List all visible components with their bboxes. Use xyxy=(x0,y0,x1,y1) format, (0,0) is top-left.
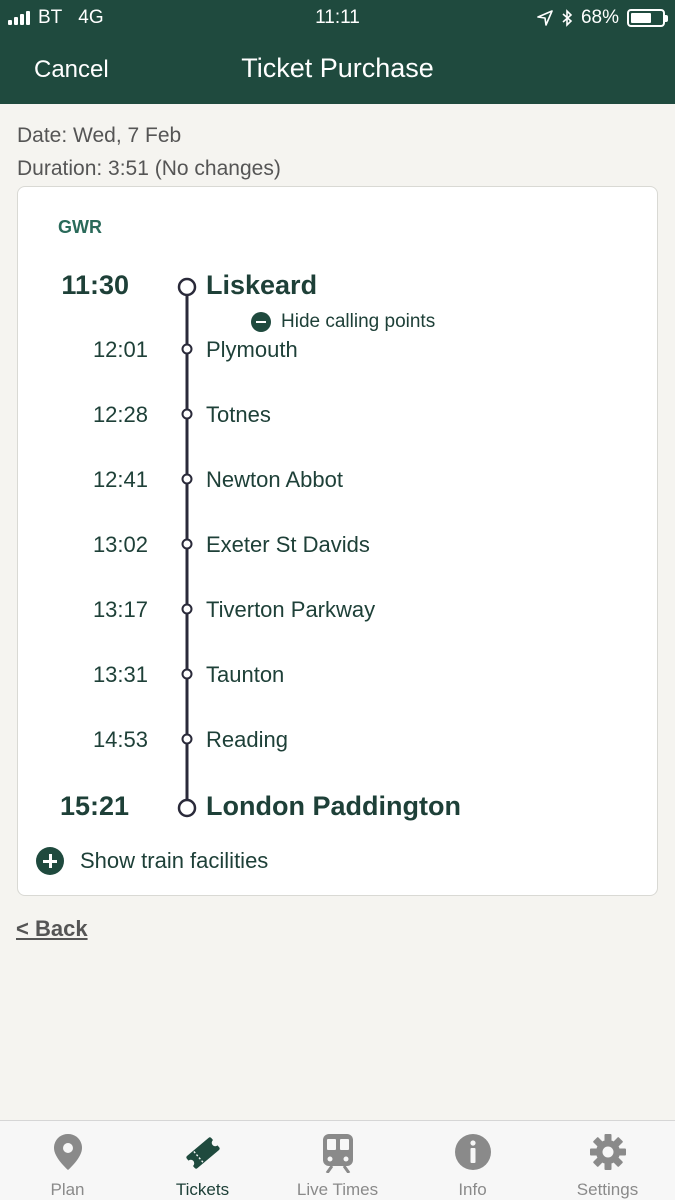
journey-date: Date: Wed, 7 Feb xyxy=(17,124,182,147)
stop-name: London Paddington xyxy=(206,791,461,821)
calling-point: 12:01 Plymouth xyxy=(18,331,659,371)
journey-duration: Duration: 3:51 (No changes) xyxy=(17,157,281,180)
info-icon xyxy=(454,1134,491,1170)
stop-time: 14:53 xyxy=(92,727,148,752)
stop-time: 12:41 xyxy=(92,467,148,492)
stop-time: 13:02 xyxy=(92,532,148,557)
calling-point: 14:53 Reading xyxy=(18,721,659,761)
stop-time: 12:28 xyxy=(92,402,148,427)
train-icon xyxy=(322,1134,353,1173)
tab-tickets-label: Tickets xyxy=(175,1180,230,1199)
stop-name: Exeter St Davids xyxy=(206,532,370,557)
tab-info[interactable]: Info xyxy=(405,1121,540,1200)
stop-name: Newton Abbot xyxy=(206,467,343,492)
stop-name: Tiverton Parkway xyxy=(206,597,376,622)
hide-calling-points-button[interactable]: Hide calling points xyxy=(251,311,435,333)
stop-time: 15:21 xyxy=(59,791,129,821)
status-bar: BT 4G 11:11 68% xyxy=(0,0,675,36)
stop-name: Reading xyxy=(206,727,288,752)
battery-percentage: 68% xyxy=(580,7,619,28)
calling-point: 12:41 Newton Abbot xyxy=(18,461,659,501)
battery-icon xyxy=(627,9,668,27)
gear-icon xyxy=(589,1134,626,1170)
tab-live-times-label: Live Times xyxy=(296,1180,379,1199)
journey-endpoint: 15:21 London Paddington xyxy=(18,788,659,828)
tab-live-times[interactable]: Live Times xyxy=(270,1121,405,1200)
operator-logo: GWR xyxy=(58,217,102,237)
hide-calling-points-label: Hide calling points xyxy=(281,311,436,332)
show-train-facilities-label: Show train facilities xyxy=(80,848,269,873)
plus-circle-icon xyxy=(36,847,64,875)
stop-name: Liskeard xyxy=(206,270,318,300)
stop-time: 13:31 xyxy=(92,662,148,687)
calling-point: 13:02 Exeter St Davids xyxy=(18,526,659,566)
stop-name: Totnes xyxy=(206,402,271,427)
tab-plan-label: Plan xyxy=(50,1180,85,1199)
stop-name: Taunton xyxy=(206,662,285,687)
calling-point: 13:31 Taunton xyxy=(18,656,659,696)
bluetooth-icon xyxy=(562,9,573,27)
stop-time: 13:17 xyxy=(92,597,148,622)
journey-card: GWR 11:30 Liskeard 12:01 Plymouth 12:28 Totne… xyxy=(17,186,658,896)
calling-point: 13:17 Tiverton Parkway xyxy=(18,591,659,631)
page-title: Ticket Purchase xyxy=(241,53,434,83)
tab-tickets[interactable]: Tickets xyxy=(135,1121,270,1200)
stop-name: Plymouth xyxy=(206,337,298,362)
calling-point: 12:28 Totnes xyxy=(18,396,659,436)
location-pin-icon xyxy=(53,1134,82,1170)
minus-circle-icon xyxy=(251,312,271,332)
tab-settings-label: Settings xyxy=(576,1180,639,1199)
ticket-icon xyxy=(185,1137,220,1169)
tab-bar: Plan Tickets Live Times Info Settings xyxy=(0,1120,675,1200)
stop-time: 12:01 xyxy=(92,337,148,362)
show-train-facilities-button[interactable]: Show train facilities xyxy=(36,847,268,875)
location-arrow-icon xyxy=(537,10,553,26)
navigation-bar: Cancel Ticket Purchase xyxy=(0,36,675,104)
back-link[interactable]: < Back xyxy=(16,916,88,942)
tab-info-label: Info xyxy=(458,1180,487,1199)
tab-plan[interactable]: Plan xyxy=(0,1121,135,1200)
tab-settings[interactable]: Settings xyxy=(540,1121,675,1200)
stop-time: 11:30 xyxy=(61,270,129,300)
journey-endpoint: 11:30 Liskeard xyxy=(18,267,659,307)
